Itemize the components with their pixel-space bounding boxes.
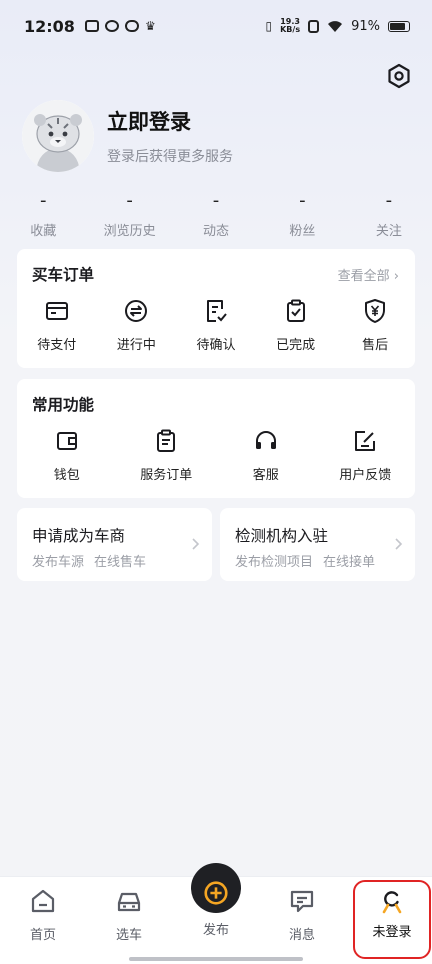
car-orders-card: 买车订单 查看全部 › 待支付 进行中 待确认 已完成 售后 <box>17 249 415 368</box>
common-functions-title: 常用功能 <box>32 396 95 414</box>
profile-header[interactable]: 立即登录 登录后获得更多服务 <box>22 100 233 172</box>
order-to-confirm[interactable]: 待确认 <box>176 298 256 353</box>
tab-not-logged-in[interactable]: 未登录 <box>353 880 431 959</box>
publish-plus-icon <box>204 881 228 905</box>
stat-label: 浏览历史 <box>103 224 156 239</box>
stat-history[interactable]: - 浏览历史 <box>86 190 172 239</box>
tab-messages[interactable]: 消息 <box>259 877 345 964</box>
view-all-link[interactable]: 查看全部 › <box>338 265 399 284</box>
network-speed: 19.3 KB/s <box>280 17 301 34</box>
app-notification-icon <box>104 20 119 32</box>
login-subtitle: 登录后获得更多服务 <box>107 149 233 165</box>
stat-followers[interactable]: - 粉丝 <box>259 190 345 239</box>
exchange-icon <box>125 300 148 322</box>
wallet-card-icon <box>45 302 68 320</box>
status-time: 12:08 <box>24 16 75 36</box>
home-icon <box>31 889 55 913</box>
promo-subtitle: 发布车源 在线售车 <box>32 555 147 570</box>
app-notification-icon <box>84 20 99 32</box>
function-feedback[interactable]: 用户反馈 <box>316 428 416 483</box>
order-pending-payment[interactable]: 待支付 <box>17 298 97 353</box>
headset-icon <box>255 431 276 449</box>
shield-yen-icon <box>365 299 386 323</box>
battery-icon <box>388 20 410 32</box>
promo-title: 检测机构入驻 <box>235 527 329 545</box>
stat-label: 关注 <box>375 224 402 239</box>
chevron-right-icon: › <box>393 269 399 284</box>
function-customer-service[interactable]: 客服 <box>216 428 316 483</box>
function-service-orders[interactable]: 服务订单 <box>117 428 217 483</box>
promo-title: 申请成为车商 <box>32 527 126 545</box>
stat-value: - <box>385 190 393 211</box>
stat-following[interactable]: - 关注 <box>346 190 432 239</box>
bottom-tab-bar: 首页 选车 发布 消息 未登录 <box>0 863 432 964</box>
inspection-agency-card[interactable]: 检测机构入驻 发布检测项目 在线接单 <box>220 508 415 581</box>
home-indicator[interactable] <box>129 957 303 961</box>
crown-icon: ♛ <box>144 19 156 33</box>
notification-icons: ♛ <box>84 19 156 33</box>
order-list-icon <box>157 429 176 452</box>
tab-publish[interactable]: 发布 <box>173 863 259 964</box>
vibrate-icon: ▯ <box>265 19 273 33</box>
stat-value: - <box>126 190 133 211</box>
stat-moments[interactable]: - 动态 <box>173 190 259 239</box>
settings-icon[interactable] <box>386 63 412 89</box>
promo-subtitle: 发布检测项目 在线接单 <box>235 555 376 570</box>
common-functions-card: 常用功能 钱包 服务订单 客服 用户反馈 <box>17 379 415 498</box>
order-completed[interactable]: 已完成 <box>256 298 336 353</box>
chevron-right-icon <box>395 538 403 550</box>
stat-favorites[interactable]: - 收藏 <box>0 190 86 239</box>
login-title[interactable]: 立即登录 <box>107 106 233 136</box>
become-dealer-card[interactable]: 申请成为车商 发布车源 在线售车 <box>17 508 212 581</box>
stat-value: - <box>299 190 306 211</box>
order-after-sales[interactable]: 售后 <box>335 298 415 353</box>
user-icon <box>382 891 402 914</box>
status-bar: 12:08 ♛ ▯ 19.3 KB/s 91% <box>0 0 432 52</box>
battery-percent: 91% <box>351 18 380 34</box>
wifi-icon <box>328 20 343 32</box>
edit-icon <box>355 431 376 451</box>
publish-button[interactable] <box>191 863 241 913</box>
stat-value: - <box>39 190 47 211</box>
sim-icon <box>308 19 320 33</box>
chat-notification-icon <box>124 20 139 32</box>
stat-label: 收藏 <box>30 224 57 239</box>
stat-label: 粉丝 <box>289 224 316 239</box>
stat-label: 动态 <box>203 224 230 239</box>
stats-row: - 收藏 - 浏览历史 - 动态 - 粉丝 - 关注 <box>0 190 432 239</box>
confirm-doc-icon <box>206 300 227 322</box>
message-icon <box>290 890 314 913</box>
function-wallet[interactable]: 钱包 <box>17 428 117 483</box>
chevron-right-icon <box>192 538 200 550</box>
order-in-progress[interactable]: 进行中 <box>97 298 177 353</box>
tiger-avatar-icon <box>22 100 94 172</box>
avatar[interactable] <box>22 100 94 172</box>
wallet-icon <box>56 432 77 450</box>
stat-value: - <box>212 190 220 211</box>
clipboard-check-icon <box>286 299 305 322</box>
tab-choose-car[interactable]: 选车 <box>86 877 172 964</box>
tab-home[interactable]: 首页 <box>0 877 86 964</box>
car-icon <box>117 892 141 912</box>
car-orders-title: 买车订单 <box>32 266 95 284</box>
